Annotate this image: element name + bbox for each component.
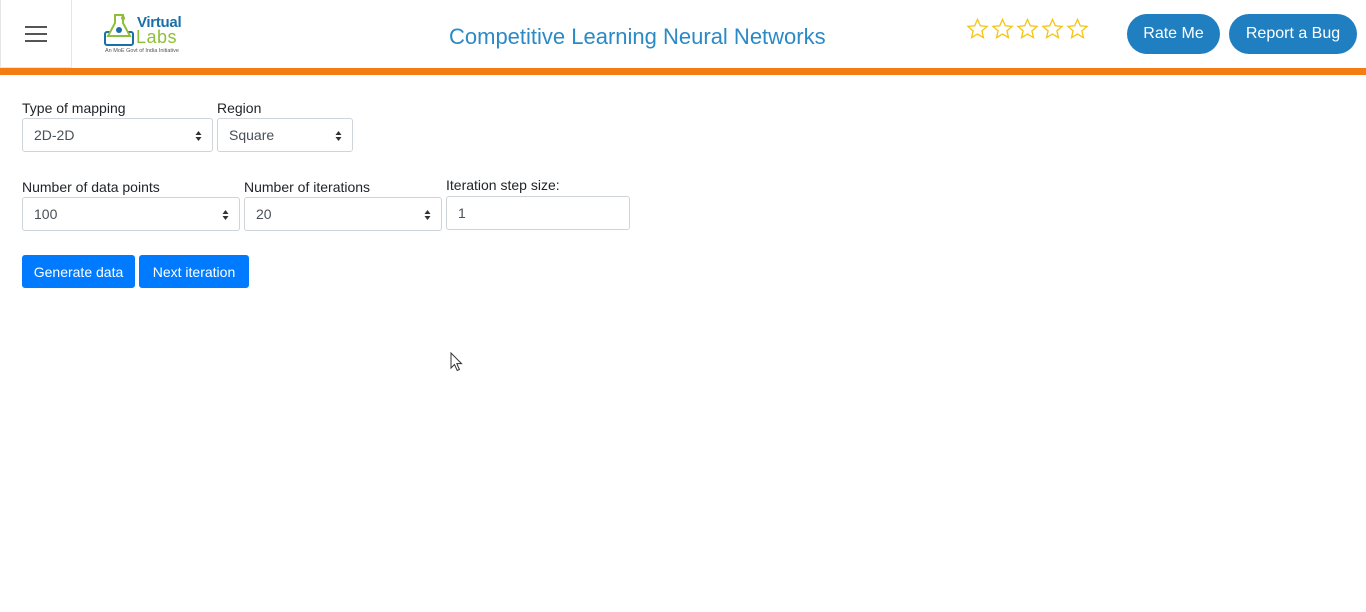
hamburger-menu-icon	[25, 25, 47, 42]
next-iteration-button[interactable]: Next iteration	[139, 255, 249, 288]
data-points-select[interactable]: 100	[22, 197, 240, 231]
star-icon-3[interactable]	[1016, 17, 1039, 41]
mouse-pointer-icon	[450, 352, 463, 372]
star-icon-2[interactable]	[991, 17, 1014, 41]
iterations-value: 20	[256, 206, 272, 222]
mapping-type-value: 2D-2D	[34, 127, 75, 143]
step-size-label: Iteration step size:	[446, 177, 560, 193]
step-size-input[interactable]	[446, 196, 630, 230]
data-points-value: 100	[34, 206, 58, 222]
menu-button[interactable]	[0, 0, 72, 68]
page-title: Competitive Learning Neural Networks	[449, 24, 826, 49]
logo-text-labs: Labs	[136, 27, 178, 47]
region-label: Region	[217, 100, 262, 116]
region-select[interactable]: Square	[217, 118, 353, 152]
mapping-type-select[interactable]: 2D-2D	[22, 118, 213, 152]
generate-data-button[interactable]: Generate data	[22, 255, 135, 288]
star-icon-1[interactable]	[966, 17, 989, 41]
select-caret-icon	[222, 210, 229, 220]
virtual-labs-logo[interactable]: Virtual Labs An MoE Govt of India Initia…	[99, 10, 182, 58]
flask-logo-icon	[104, 14, 134, 46]
logo-tagline: An MoE Govt of India Initiative	[105, 48, 179, 54]
region-value: Square	[229, 127, 275, 143]
star-icon-4[interactable]	[1041, 17, 1064, 41]
data-points-label: Number of data points	[22, 179, 160, 195]
report-bug-button[interactable]: Report a Bug	[1229, 14, 1357, 54]
select-caret-icon	[195, 131, 202, 141]
iterations-label: Number of iterations	[244, 179, 371, 195]
star-rating	[966, 17, 1089, 41]
mapping-type-label: Type of mapping	[22, 100, 126, 116]
top-navbar: Virtual Labs An MoE Govt of India Initia…	[0, 0, 1366, 68]
star-icon-5[interactable]	[1066, 17, 1089, 41]
rate-me-button[interactable]: Rate Me	[1127, 14, 1220, 54]
iterations-select[interactable]: 20	[244, 197, 442, 231]
select-caret-icon	[335, 131, 342, 141]
header-divider	[0, 68, 1366, 75]
select-caret-icon	[424, 210, 431, 220]
